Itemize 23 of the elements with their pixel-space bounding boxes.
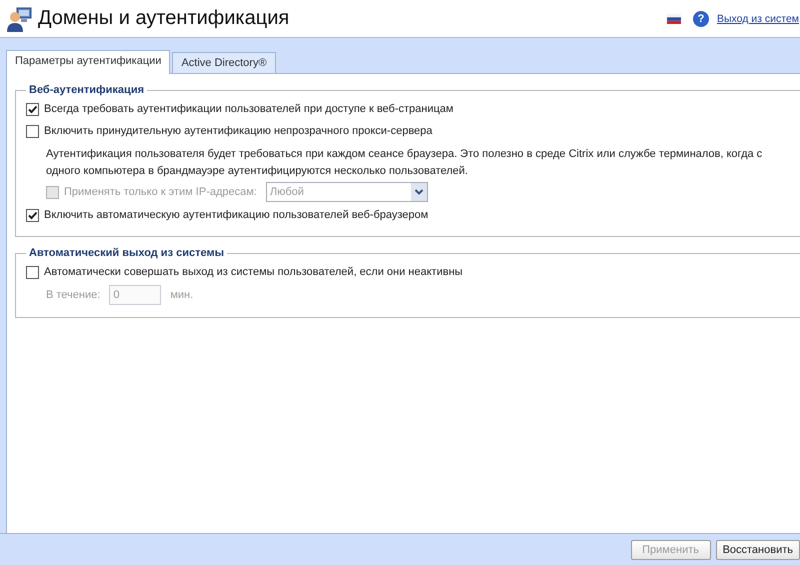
checkbox-label: Включить принудительную аутентификацию непрозрачного прокси-сервера (44, 125, 432, 137)
checkbox[interactable] (26, 266, 39, 278)
checkbox-label: Включить автоматическую аутентификацию пользователей веб-браузером (44, 209, 428, 221)
unit-label: мин. (170, 289, 194, 301)
checkbox-label: Всегда требовать аутентификации пользователей при доступе к веб-страницам (44, 103, 454, 115)
duration-label: В течение: (46, 289, 100, 301)
checkbox[interactable] (26, 102, 39, 116)
group-title: Веб-аутентификация (28, 84, 145, 96)
logout-link[interactable]: Выход из систем (716, 12, 799, 24)
checkbox-label: Применять только к этим IP-адресам: (64, 186, 257, 198)
page-title: Домены и аутентификация (38, 7, 290, 30)
checkbox-label: Автоматически совершать выход из системы пользователей, если они неактивны (44, 266, 463, 278)
tab[interactable]: Параметры аутентификации (6, 50, 170, 74)
description-text: Аутентификация пользователя будет требоваться при каждом сеансе браузера. Это полезно в среде Citrix или службе терминалов, когда с одного компьютера в брандмауэре аутентифицируются несколько пользователей. (46, 147, 764, 179)
help-icon[interactable]: ? (692, 10, 709, 26)
checkbox[interactable] (26, 208, 39, 222)
action-button[interactable]: Восстановить (716, 540, 800, 560)
tab[interactable]: Active Directory® (172, 52, 276, 73)
caret-icon (410, 183, 427, 201)
checkbox[interactable] (26, 124, 39, 138)
flag-icon[interactable] (666, 14, 681, 24)
group-title: Автоматический выход из системы (28, 247, 225, 259)
users-computer-icon (6, 4, 34, 32)
